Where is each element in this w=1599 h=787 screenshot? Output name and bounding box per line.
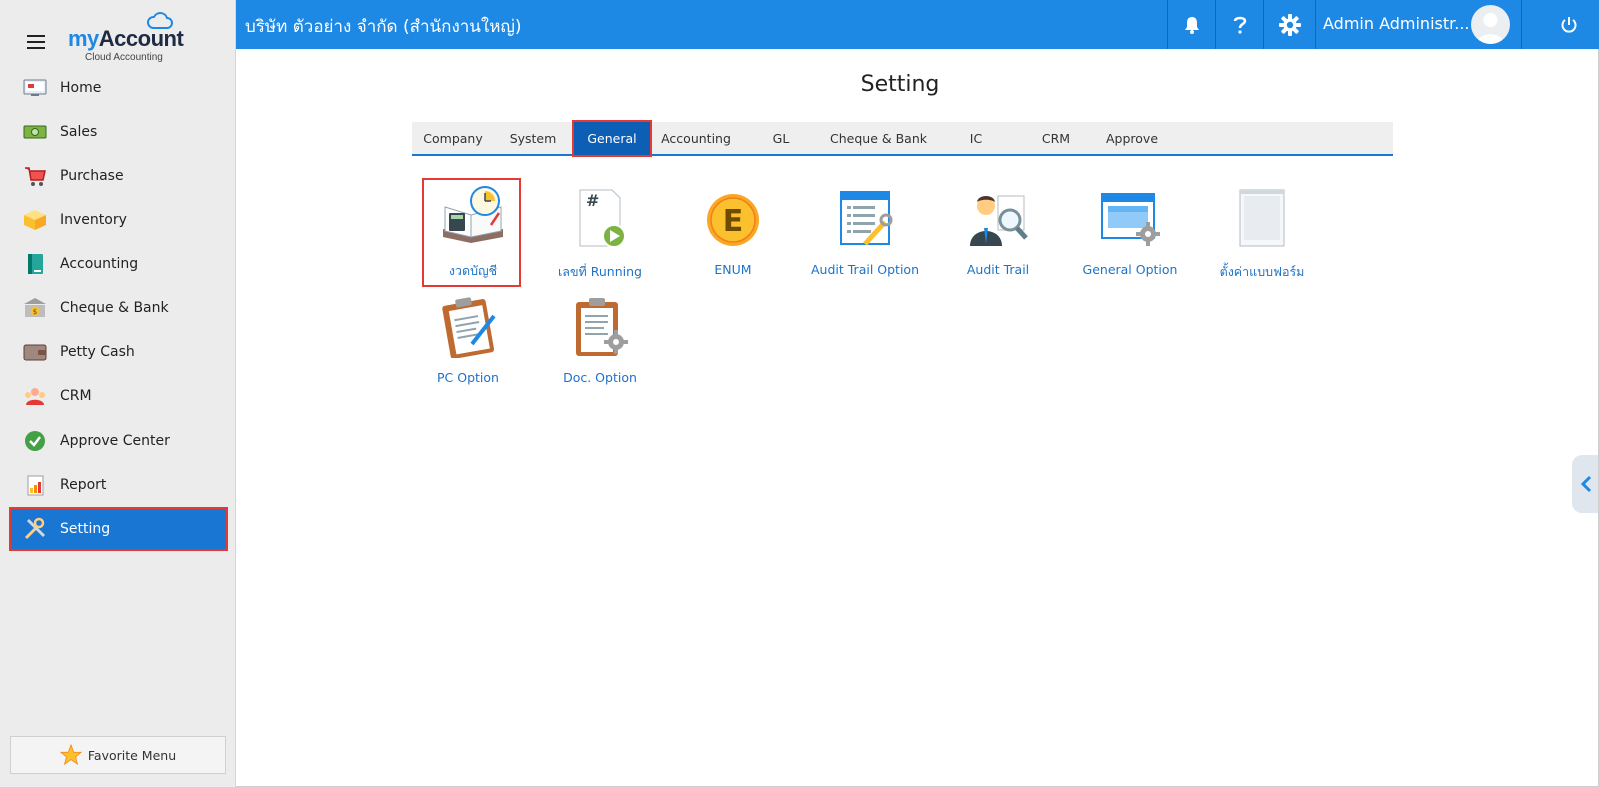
settings-button[interactable] bbox=[1263, 0, 1315, 49]
star-icon bbox=[59, 744, 82, 766]
bell-icon bbox=[1184, 16, 1199, 34]
tab-cheque-bank[interactable]: Cheque & Bank bbox=[821, 122, 936, 154]
sidebar-item-label: Accounting bbox=[60, 256, 139, 272]
tab-gl[interactable]: GL bbox=[741, 122, 821, 154]
user-name[interactable]: Admin Administr... bbox=[1323, 14, 1470, 33]
sidebar-item-label: CRM bbox=[60, 388, 92, 404]
pc-option-icon bbox=[442, 297, 496, 358]
wallet-icon bbox=[23, 340, 47, 364]
tab-approve[interactable]: Approve bbox=[1096, 122, 1168, 154]
top-header: บริษัท ตัวอย่าง จำกัด (สำนักงานใหญ่) Adm… bbox=[236, 0, 1599, 49]
help-icon bbox=[1233, 16, 1246, 34]
sidebar-item-petty-cash[interactable]: Petty Cash bbox=[10, 331, 227, 373]
svg-text:#: # bbox=[586, 191, 599, 210]
sidebar-item-label: Cheque & Bank bbox=[60, 300, 169, 316]
tile-label: PC Option bbox=[437, 370, 499, 385]
sidebar: myAccount Cloud Accounting Home Sales Pu… bbox=[0, 0, 236, 787]
ledger-icon bbox=[23, 252, 47, 276]
tile-audit-trail-option[interactable]: Audit Trail Option bbox=[811, 180, 919, 284]
report-icon bbox=[23, 473, 47, 497]
sales-icon bbox=[23, 120, 47, 144]
sidebar-item-report[interactable]: Report bbox=[10, 464, 227, 506]
tools-icon bbox=[23, 517, 47, 541]
tile-running-number[interactable]: # เลขที่ Running bbox=[550, 180, 650, 284]
sidebar-item-label: Purchase bbox=[60, 168, 124, 184]
help-button[interactable] bbox=[1215, 0, 1263, 49]
tile-label: Audit Trail Option bbox=[811, 262, 919, 277]
tile-accounting-period[interactable]: งวดบัญชี bbox=[422, 178, 521, 287]
tab-system[interactable]: System bbox=[494, 122, 572, 154]
tile-label: Audit Trail bbox=[966, 262, 1030, 277]
tab-general[interactable]: General bbox=[572, 120, 652, 157]
gear-icon bbox=[1278, 13, 1301, 36]
tile-label: General Option bbox=[1082, 262, 1178, 277]
svg-text:E: E bbox=[723, 204, 744, 239]
collapse-panel-handle[interactable] bbox=[1572, 455, 1599, 513]
favorite-menu-button[interactable]: Favorite Menu bbox=[10, 736, 226, 774]
settings-tab-bar: Company System General Accounting GL Che… bbox=[412, 120, 1393, 157]
check-icon bbox=[23, 429, 47, 453]
sidebar-item-cheque-bank[interactable]: $ Cheque & Bank bbox=[10, 287, 227, 329]
chevron-left-icon bbox=[1580, 475, 1591, 493]
tab-company[interactable]: Company bbox=[412, 122, 494, 154]
avatar[interactable] bbox=[1471, 5, 1510, 44]
sidebar-item-accounting[interactable]: Accounting bbox=[10, 243, 227, 285]
tab-accounting[interactable]: Accounting bbox=[651, 122, 741, 154]
doc-option-icon bbox=[576, 298, 628, 356]
logo-area: myAccount Cloud Accounting bbox=[0, 0, 235, 70]
tile-pc-option[interactable]: PC Option bbox=[418, 288, 518, 392]
sidebar-item-label: Report bbox=[60, 477, 107, 493]
sidebar-item-label: Inventory bbox=[60, 212, 127, 228]
bank-icon: $ bbox=[23, 296, 47, 320]
sidebar-item-inventory[interactable]: Inventory bbox=[10, 199, 227, 241]
sidebar-item-sales[interactable]: Sales bbox=[10, 111, 227, 153]
company-name[interactable]: บริษัท ตัวอย่าง จำกัด (สำนักงานใหญ่) bbox=[245, 13, 522, 40]
tile-audit-trail[interactable]: Audit Trail bbox=[948, 180, 1048, 284]
tab-crm[interactable]: CRM bbox=[1016, 122, 1096, 154]
tile-label: งวดบัญชี bbox=[448, 263, 498, 278]
tile-enum[interactable]: E ENUM bbox=[683, 180, 783, 284]
tile-label: ตั้งค่าแบบฟอร์ม bbox=[1219, 264, 1305, 279]
logo-name-prefix: my bbox=[68, 26, 99, 51]
tile-label: ENUM bbox=[714, 262, 752, 277]
logo-name-suffix: Account bbox=[98, 26, 184, 51]
general-option-icon bbox=[1101, 193, 1160, 246]
tab-ic[interactable]: IC bbox=[936, 122, 1016, 154]
sidebar-item-purchase[interactable]: Purchase bbox=[10, 155, 227, 197]
tile-label: เลขที่ Running bbox=[558, 264, 642, 279]
sidebar-item-home[interactable]: Home bbox=[10, 67, 227, 109]
notification-button[interactable] bbox=[1167, 0, 1215, 49]
logo-subtitle: Cloud Accounting bbox=[85, 52, 163, 63]
sidebar-item-label: Sales bbox=[60, 124, 98, 140]
running-number-icon: # bbox=[579, 189, 626, 248]
cart-icon bbox=[23, 164, 47, 188]
hamburger-menu-icon[interactable] bbox=[27, 35, 45, 49]
audit-trail-icon bbox=[970, 195, 1028, 246]
sidebar-item-setting[interactable]: Setting bbox=[9, 507, 228, 551]
tile-label: Doc. Option bbox=[563, 370, 637, 385]
sidebar-item-label: Approve Center bbox=[60, 433, 170, 449]
sidebar-item-approve-center[interactable]: Approve Center bbox=[10, 420, 227, 462]
tile-general-option[interactable]: General Option bbox=[1080, 180, 1180, 284]
sidebar-item-label: Home bbox=[60, 80, 102, 96]
page-title: Setting bbox=[860, 72, 940, 97]
logout-button[interactable] bbox=[1521, 0, 1599, 49]
accounting-period-icon bbox=[443, 186, 503, 243]
tile-doc-option[interactable]: Doc. Option bbox=[550, 288, 650, 392]
audit-trail-option-icon bbox=[840, 191, 893, 246]
svg-text:$: $ bbox=[33, 308, 37, 316]
people-icon bbox=[23, 384, 47, 408]
sidebar-item-crm[interactable]: CRM bbox=[10, 375, 227, 417]
sidebar-item-label: Setting bbox=[60, 521, 111, 537]
form-setting-icon bbox=[1239, 189, 1285, 247]
sidebar-item-label: Petty Cash bbox=[60, 344, 135, 360]
home-icon bbox=[23, 76, 47, 100]
box-icon bbox=[23, 208, 47, 232]
enum-icon: E bbox=[707, 194, 759, 246]
favorite-menu-label: Favorite Menu bbox=[87, 747, 177, 763]
power-icon bbox=[1561, 16, 1577, 33]
tile-form-setting[interactable]: ตั้งค่าแบบฟอร์ม bbox=[1212, 180, 1312, 284]
